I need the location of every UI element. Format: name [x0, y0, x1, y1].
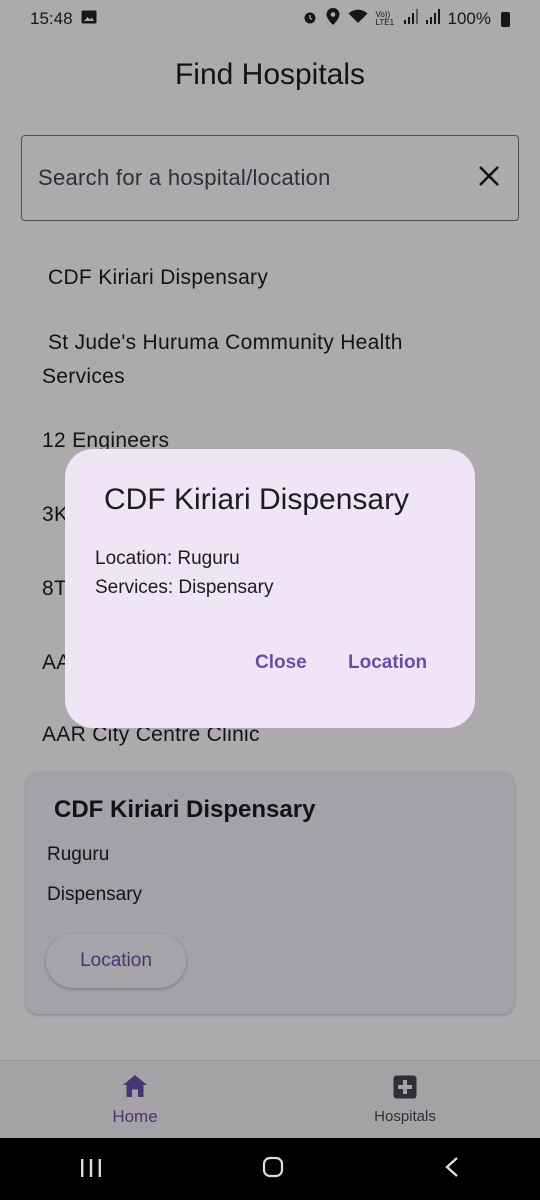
dialog-location-button[interactable]: Location — [348, 652, 427, 674]
dialog-services: Services: Dispensary — [95, 577, 274, 598]
dialog-location: Location: Ruguru — [95, 548, 240, 569]
recents-icon[interactable] — [80, 1154, 102, 1185]
dialog-title: CDF Kiriari Dispensary — [104, 483, 410, 516]
system-nav-bar — [0, 1138, 540, 1200]
dialog-close-button[interactable]: Close — [255, 652, 307, 674]
hospital-dialog: CDF Kiriari Dispensary Location: Ruguru … — [65, 449, 475, 728]
home-circle-icon[interactable] — [262, 1154, 284, 1185]
back-icon[interactable] — [444, 1154, 460, 1185]
